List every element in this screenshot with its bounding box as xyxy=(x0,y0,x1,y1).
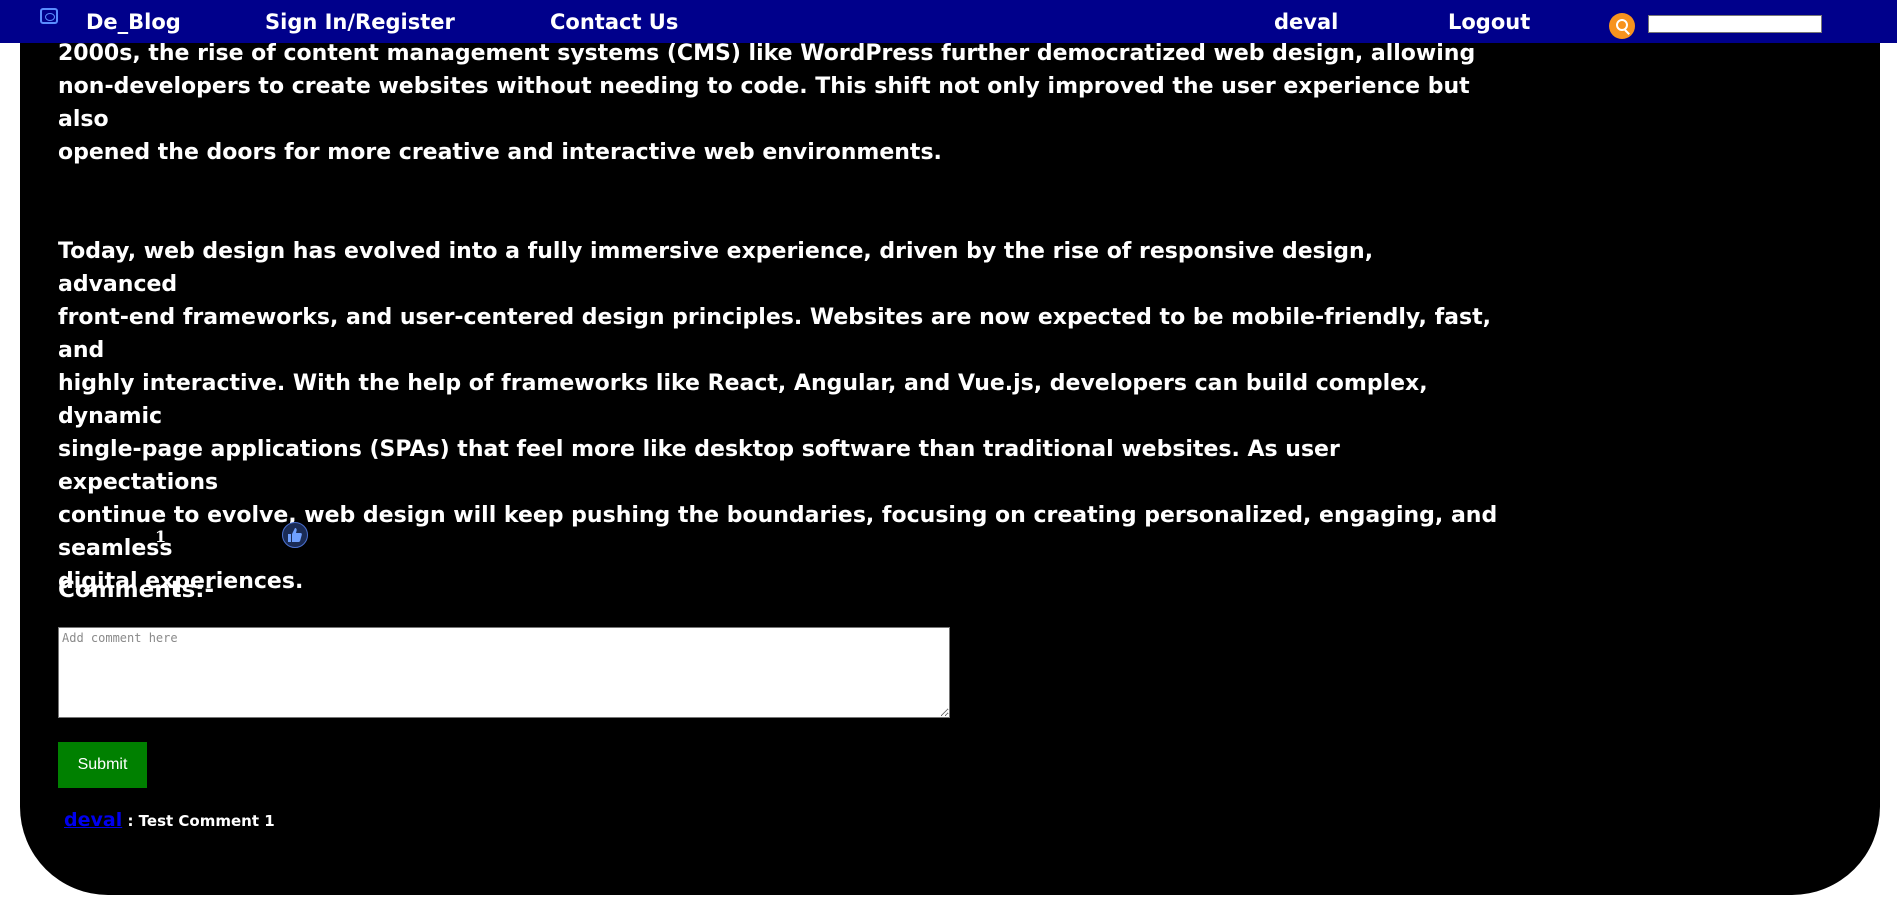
comment-separator: : xyxy=(122,812,139,830)
article-line: single-page applications (SPAs) that fee… xyxy=(58,437,1340,495)
search-input[interactable] xyxy=(1648,15,1822,33)
comment-input[interactable] xyxy=(58,627,950,718)
like-button[interactable] xyxy=(282,522,308,548)
article-line: 2000s, the rise of content management sy… xyxy=(58,41,1476,66)
nav-user-link[interactable]: deval xyxy=(1274,10,1338,34)
nav-signin-link[interactable]: Sign In/Register xyxy=(265,10,455,34)
comment-author-link[interactable]: deval xyxy=(64,809,122,831)
article-line: opened the doors for more creative and i… xyxy=(58,140,942,165)
article-line: non-developers to create websites withou… xyxy=(58,74,1470,132)
logo-icon[interactable] xyxy=(40,8,58,24)
article-line: continue to evolve, web design will keep… xyxy=(58,503,1498,561)
article-line: front-end frameworks, and user-centered … xyxy=(58,305,1491,363)
article-line: Today, web design has evolved into a ful… xyxy=(58,239,1374,297)
submit-button[interactable]: Submit xyxy=(58,742,147,788)
article-line: highly interactive. With the help of fra… xyxy=(58,371,1428,429)
like-count: 1 xyxy=(155,527,167,546)
top-navbar: De_Blog Sign In/Register Contact Us deva… xyxy=(0,0,1897,43)
thumbs-up-icon xyxy=(288,528,302,542)
search-icon[interactable] xyxy=(1609,13,1635,39)
article-paragraph: Today, web design has evolved into a ful… xyxy=(58,235,1498,598)
nav-contact-link[interactable]: Contact Us xyxy=(550,10,678,34)
article-paragraph: 2000s, the rise of content management sy… xyxy=(58,37,1498,169)
comment-text: Test Comment 1 xyxy=(138,812,275,830)
nav-brand-link[interactable]: De_Blog xyxy=(86,10,181,34)
comments-heading: Comments:- xyxy=(58,577,215,603)
comment-item: deval : Test Comment 1 xyxy=(64,809,275,831)
nav-logout-link[interactable]: Logout xyxy=(1448,10,1530,34)
